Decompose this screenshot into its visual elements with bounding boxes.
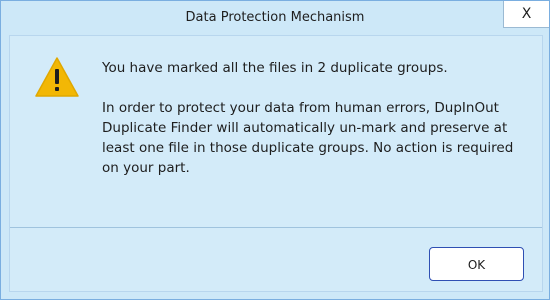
dialog-title: Data Protection Mechanism xyxy=(185,10,365,25)
message-summary: You have marked all the files in 2 dupli… xyxy=(102,60,448,76)
separator xyxy=(10,227,542,228)
message-details: In order to protect your data from human… xyxy=(102,100,514,176)
ok-button[interactable]: OK xyxy=(429,247,524,281)
dialog-content: You have marked all the files in 2 dupli… xyxy=(9,35,543,292)
warning-icon xyxy=(35,57,79,97)
close-button[interactable]: X xyxy=(503,1,549,28)
message-text: You have marked all the files in 2 dupli… xyxy=(102,58,522,178)
dialog-window: Data Protection Mechanism X You have mar… xyxy=(0,0,550,300)
title-bar: Data Protection Mechanism X xyxy=(1,1,549,35)
